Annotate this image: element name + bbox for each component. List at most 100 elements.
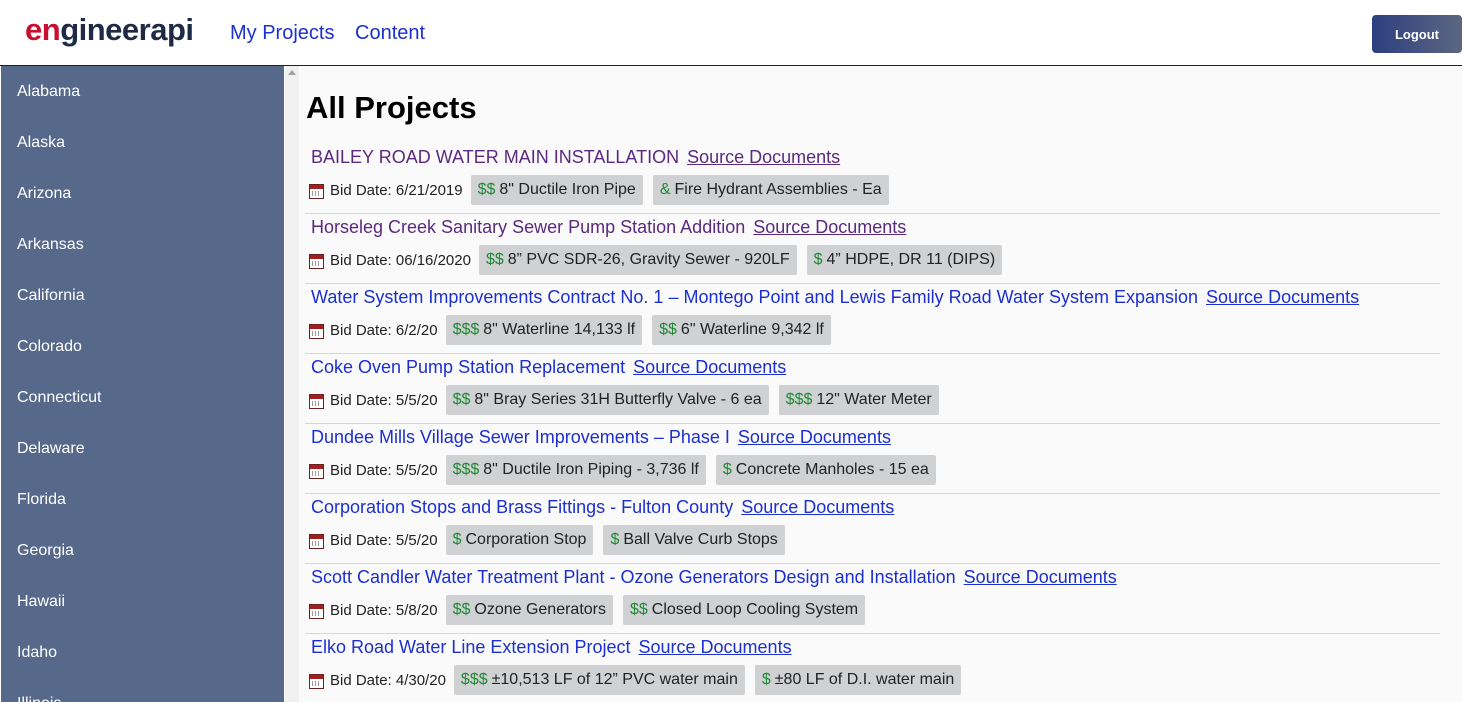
project-row: Dundee Mills Village Sewer Improvements … (305, 424, 1440, 494)
project-heading: Scott Candler Water Treatment Plant - Oz… (311, 567, 1117, 588)
sidebar-item-hawaii[interactable]: Hawaii (1, 576, 284, 627)
calendar-icon (309, 184, 324, 199)
project-row: Elko Road Water Line Extension Project So… (305, 634, 1440, 702)
item-tag-label: 12" Water Meter (816, 391, 932, 408)
project-title-link[interactable]: Elko Road Water Line Extension Project (311, 637, 631, 657)
project-row: Horseleg Creek Sanitary Sewer Pump Stati… (305, 214, 1440, 284)
project-meta: Bid Date: 6/2/20 $$$ 8" Waterline 14,133 l… (309, 315, 831, 345)
nav-my-projects[interactable]: My Projects (230, 22, 334, 45)
sidebar-scrollbar[interactable] (285, 66, 299, 702)
item-tag[interactable]: $$$ 12" Water Meter (778, 385, 939, 415)
item-tag[interactable]: $$ 8" Ductile Iron Pipe (470, 175, 643, 205)
project-list: BAILEY ROAD WATER MAIN INSTALLATION Sourc… (305, 144, 1440, 702)
sidebar-item-connecticut[interactable]: Connecticut (1, 372, 284, 423)
source-documents-link[interactable]: Source Documents (738, 427, 891, 447)
source-documents-link[interactable]: Source Documents (633, 357, 786, 377)
price-level-indicator: $ (761, 671, 771, 688)
calendar-icon (309, 254, 324, 269)
bid-date: Bid Date: 6/21/2019 (309, 181, 463, 199)
price-level-indicator: $$ (630, 601, 648, 618)
item-tag-label: Fire Hydrant Assemblies - Ea (674, 181, 882, 198)
project-title-link[interactable]: Horseleg Creek Sanitary Sewer Pump Stati… (311, 217, 745, 237)
item-tag[interactable]: $ ±80 LF of D.I. water main (754, 665, 962, 695)
project-title-link[interactable]: Corporation Stops and Brass Fittings - F… (311, 497, 733, 517)
project-row: Coke Oven Pump Station Replacement Source… (305, 354, 1440, 424)
calendar-icon (309, 394, 324, 409)
logo-part-red: en (25, 12, 61, 47)
item-tag[interactable]: $4” HDPE, DR 11 (DIPS) (806, 245, 1003, 275)
project-title-link[interactable]: Coke Oven Pump Station Replacement (311, 357, 625, 377)
project-title-link[interactable]: Dundee Mills Village Sewer Improvements … (311, 427, 730, 447)
price-level-indicator: $$ (477, 181, 496, 198)
project-heading: Dundee Mills Village Sewer Improvements … (311, 427, 891, 448)
price-level-indicator: $$ (659, 321, 677, 338)
item-tag[interactable]: & Fire Hydrant Assemblies - Ea (652, 175, 889, 205)
scroll-up-arrow-icon[interactable] (288, 70, 296, 75)
calendar-icon (309, 464, 324, 479)
item-tag-label: 8" Ductile Iron Pipe (499, 181, 636, 198)
sidebar-item-illinois[interactable]: Illinois (1, 678, 284, 702)
sidebar-item-alabama[interactable]: Alabama (1, 66, 284, 117)
project-heading: Corporation Stops and Brass Fittings - F… (311, 497, 894, 518)
calendar-icon (309, 534, 324, 549)
item-tag-label: 8” PVC SDR-26, Gravity Sewer - 920LF (507, 251, 790, 268)
project-row: Corporation Stops and Brass Fittings - F… (305, 494, 1440, 564)
project-heading: Horseleg Creek Sanitary Sewer Pump Stati… (311, 217, 906, 238)
bid-date: Bid Date: 5/8/20 (309, 601, 438, 619)
bid-date-text: Bid Date: 5/8/20 (330, 601, 438, 619)
sidebar-item-alaska[interactable]: Alaska (1, 117, 284, 168)
item-tag-label: 8" Waterline 14,133 lf (483, 321, 636, 338)
project-heading: BAILEY ROAD WATER MAIN INSTALLATION Sourc… (311, 147, 840, 168)
source-documents-link[interactable]: Source Documents (753, 217, 906, 237)
project-meta: Bid Date: 5/5/20 $ Corporation Stop $ Ball V… (309, 525, 785, 555)
calendar-icon (309, 674, 324, 689)
item-tag-label: Ozone Generators (474, 601, 606, 618)
item-tag[interactable]: $$ Closed Loop Cooling System (623, 595, 866, 625)
logout-button[interactable]: Logout (1372, 15, 1462, 53)
sidebar-item-delaware[interactable]: Delaware (1, 423, 284, 474)
item-tag[interactable]: $$ 8” PVC SDR-26, Gravity Sewer - 920LF (478, 245, 797, 275)
item-tag[interactable]: $$ 6" Waterline 9,342 lf (652, 315, 831, 345)
logo-part-dark: gineerapi (60, 12, 194, 47)
source-documents-link[interactable]: Source Documents (741, 497, 894, 517)
engineerapi-logo[interactable]: engineerapi (25, 12, 194, 48)
item-tag[interactable]: $ Corporation Stop (445, 525, 594, 555)
sidebar-item-idaho[interactable]: Idaho (1, 627, 284, 678)
calendar-icon (309, 604, 324, 619)
project-meta: Bid Date: 6/21/2019 $$ 8" Ductile Iron Pip… (309, 175, 889, 205)
sidebar-item-arkansas[interactable]: Arkansas (1, 219, 284, 270)
item-tag[interactable]: $$ Ozone Generators (445, 595, 613, 625)
item-tag[interactable]: $$$ 8" Ductile Iron Piping - 3,736 lf (445, 455, 706, 485)
sidebar-item-colorado[interactable]: Colorado (1, 321, 284, 372)
nav-content[interactable]: Content (355, 22, 425, 45)
project-meta: Bid Date: 5/5/20 $$ 8" Bray Series 31H But… (309, 385, 939, 415)
project-title-link[interactable]: BAILEY ROAD WATER MAIN INSTALLATION (311, 147, 679, 167)
item-tag[interactable]: $$$ ±10,513 LF of 12” PVC water main (453, 665, 745, 695)
price-level-indicator: $$$ (452, 321, 480, 338)
project-heading: Coke Oven Pump Station Replacement Source… (311, 357, 786, 378)
item-tag[interactable]: $$$ 8" Waterline 14,133 lf (445, 315, 643, 345)
project-title-link[interactable]: Water System Improvements Contract No. 1… (311, 287, 1198, 307)
source-documents-link[interactable]: Source Documents (964, 567, 1117, 587)
source-documents-link[interactable]: Source Documents (687, 147, 840, 167)
sidebar-item-florida[interactable]: Florida (1, 474, 284, 525)
project-heading: Elko Road Water Line Extension Project So… (311, 637, 792, 658)
sidebar-item-california[interactable]: California (1, 270, 284, 321)
bid-date-text: Bid Date: 5/5/20 (330, 391, 438, 409)
source-documents-link[interactable]: Source Documents (1206, 287, 1359, 307)
price-level-indicator: $$$ (460, 671, 488, 688)
sidebar-item-georgia[interactable]: Georgia (1, 525, 284, 576)
project-meta: Bid Date: 06/16/2020 $$ 8” PVC SDR-26, Gra… (309, 245, 1003, 275)
item-tag[interactable]: $ Concrete Manholes - 15 ea (715, 455, 936, 485)
project-meta: Bid Date: 5/5/20 $$$ 8" Ductile Iron Pipin… (309, 455, 936, 485)
item-tag[interactable]: $ Ball Valve Curb Stops (603, 525, 785, 555)
sidebar-item-arizona[interactable]: Arizona (1, 168, 284, 219)
source-documents-link[interactable]: Source Documents (639, 637, 792, 657)
state-sidebar: Alabama Alaska Arizona Arkansas California Co… (1, 66, 284, 702)
item-tag-label: Ball Valve Curb Stops (623, 531, 778, 548)
item-tag[interactable]: $$ 8" Bray Series 31H Butterfly Valve - 6… (445, 385, 769, 415)
price-level-indicator: $$$ (452, 461, 480, 478)
item-tag-label: 8" Bray Series 31H Butterfly Valve - 6 e… (474, 391, 762, 408)
project-title-link[interactable]: Scott Candler Water Treatment Plant - Oz… (311, 567, 956, 587)
price-level-indicator: $$$ (785, 391, 813, 408)
